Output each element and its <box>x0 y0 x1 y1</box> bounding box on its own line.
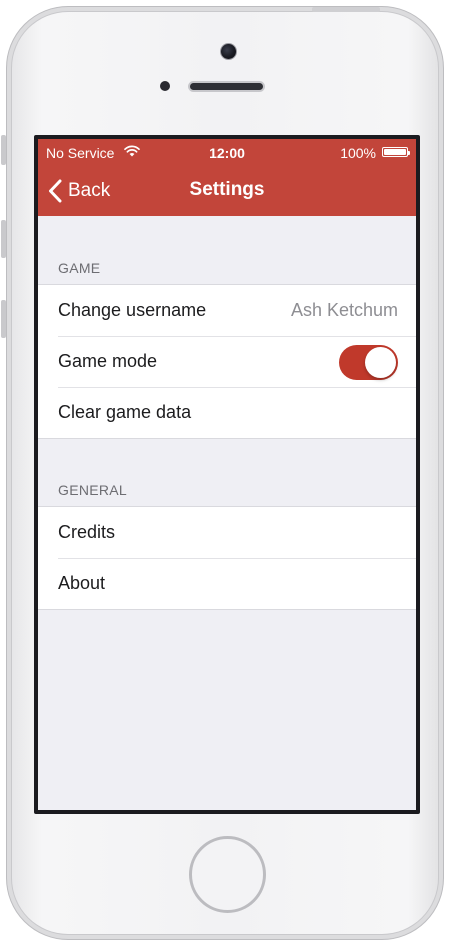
credits-row[interactable]: Credits <box>38 507 416 558</box>
username-value: Ash Ketchum <box>290 300 398 320</box>
clear-game-data-label: Clear game data <box>58 402 192 422</box>
about-row[interactable]: About <box>38 558 416 609</box>
home-button[interactable] <box>189 836 266 913</box>
navigation-bar: Back Settings <box>38 165 416 216</box>
change-username-label: Change username <box>58 300 207 320</box>
screen: No Service 12:00 100% Back Settings GAME… <box>34 135 420 814</box>
credits-label: Credits <box>58 522 116 542</box>
about-label: About <box>58 573 106 593</box>
general-settings-group: Credits About <box>38 506 416 610</box>
settings-view: No Service 12:00 100% Back Settings GAME… <box>38 139 416 810</box>
game-mode-label: Game mode <box>58 351 158 371</box>
earpiece-speaker <box>188 81 265 92</box>
status-bar: No Service 12:00 100% <box>38 139 416 165</box>
toggle-knob <box>365 347 396 378</box>
game-mode-toggle[interactable] <box>339 345 398 380</box>
proximity-sensor <box>160 81 170 91</box>
power-button <box>312 7 380 12</box>
clear-game-data-row[interactable]: Clear game data <box>38 387 416 438</box>
battery-icon <box>382 147 410 157</box>
volume-down-button <box>1 300 6 338</box>
change-username-row[interactable]: Change username Ash Ketchum <box>38 285 416 336</box>
game-mode-row: Game mode <box>38 336 416 387</box>
mute-switch <box>1 135 6 165</box>
page-title: Settings <box>189 179 265 200</box>
front-camera <box>220 43 237 60</box>
section-header-game: GAME <box>58 260 101 276</box>
game-settings-group: Change username Ash Ketchum Game mode Cl… <box>38 284 416 439</box>
section-header-general: GENERAL <box>58 482 128 498</box>
app-header: No Service 12:00 100% Back Settings <box>38 139 416 216</box>
battery-percentage: 100% <box>340 145 376 161</box>
volume-up-button <box>1 220 6 258</box>
